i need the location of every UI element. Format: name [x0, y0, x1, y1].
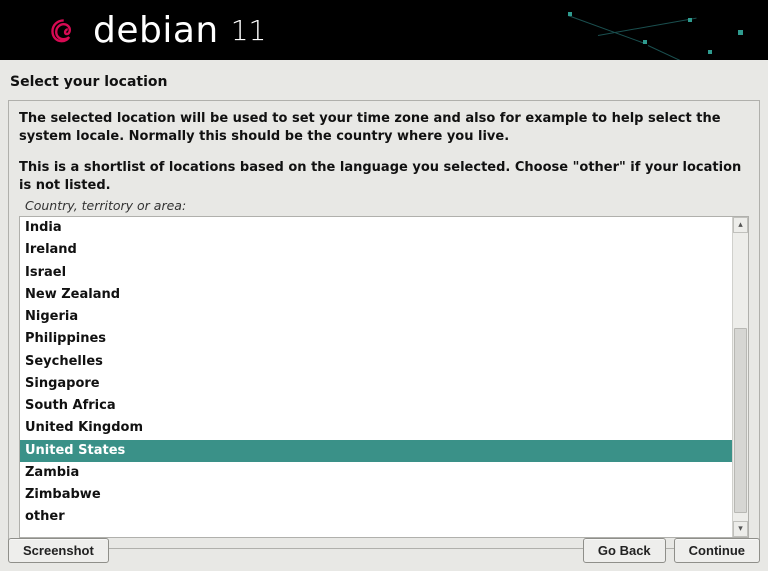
location-item[interactable]: South Africa [20, 395, 732, 417]
location-item[interactable]: India [20, 217, 732, 239]
location-item[interactable]: Israel [20, 262, 732, 284]
scroll-up-button[interactable]: ▴ [733, 217, 748, 233]
location-item[interactable]: United Kingdom [20, 417, 732, 439]
location-item[interactable]: other [20, 506, 732, 528]
location-item[interactable]: Zambia [20, 462, 732, 484]
location-listbox[interactable]: IndiaIrelandIsraelNew ZealandNigeriaPhil… [19, 216, 749, 538]
location-item[interactable]: Ireland [20, 239, 732, 261]
brand-version: 11 [231, 14, 267, 47]
debian-logo-icon [45, 13, 79, 47]
instructions: The selected location will be used to se… [19, 110, 749, 194]
installer-header: debian 11 [0, 0, 768, 60]
location-item[interactable]: Philippines [20, 328, 732, 350]
instruction-line-1: The selected location will be used to se… [19, 110, 749, 145]
screenshot-button[interactable]: Screenshot [8, 538, 109, 563]
scroll-down-button[interactable]: ▾ [733, 521, 748, 537]
continue-button[interactable]: Continue [674, 538, 760, 563]
go-back-button[interactable]: Go Back [583, 538, 666, 563]
location-item[interactable]: Zimbabwe [20, 484, 732, 506]
field-label: Country, territory or area: [25, 198, 749, 213]
location-item[interactable]: Nigeria [20, 306, 732, 328]
scroll-track[interactable] [733, 233, 748, 521]
footer: Screenshot Go Back Continue [8, 538, 760, 563]
content-frame: The selected location will be used to se… [8, 100, 760, 549]
location-item[interactable]: New Zealand [20, 284, 732, 306]
page-title: Select your location [0, 60, 768, 100]
scrollbar[interactable]: ▴ ▾ [732, 217, 748, 537]
brand-name: debian [93, 10, 219, 51]
instruction-line-2: This is a shortlist of locations based o… [19, 159, 749, 194]
scroll-thumb[interactable] [734, 328, 747, 512]
location-item[interactable]: Seychelles [20, 351, 732, 373]
header-decoration [508, 0, 768, 60]
location-item[interactable]: Singapore [20, 373, 732, 395]
location-item[interactable]: United States [20, 440, 732, 462]
